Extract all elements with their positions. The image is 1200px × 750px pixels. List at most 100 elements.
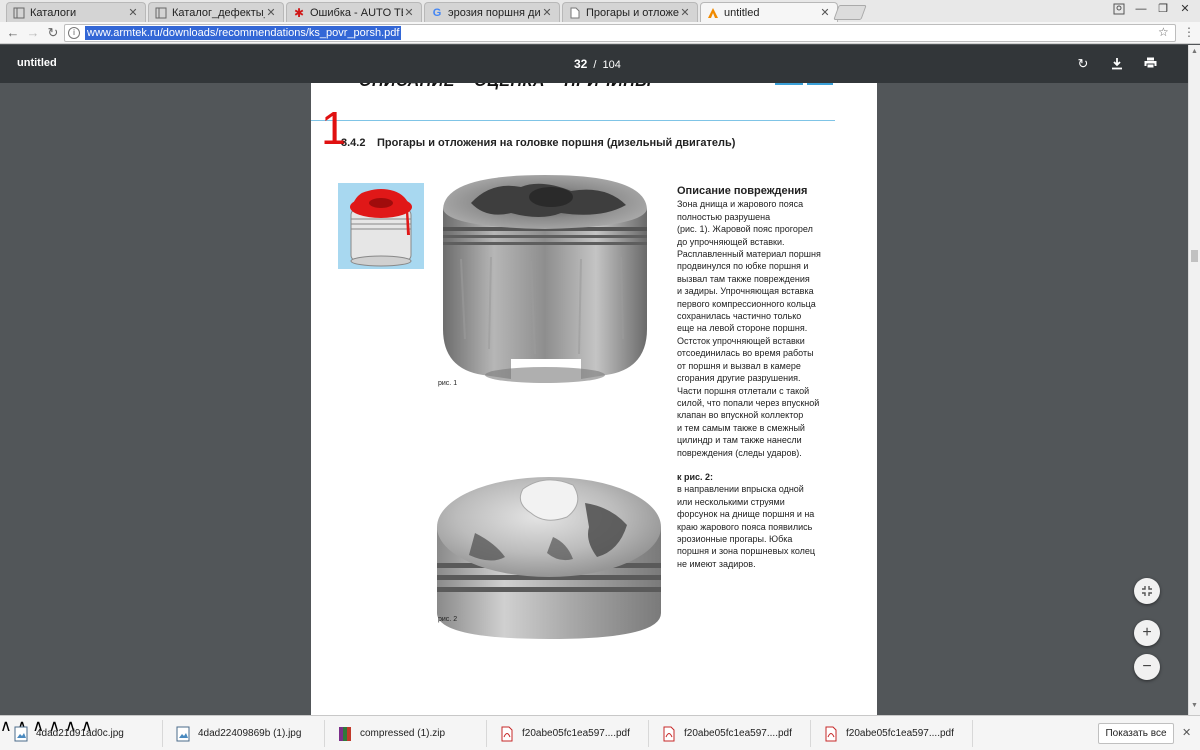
close-icon[interactable]: ✕ bbox=[541, 6, 553, 19]
fit-page-button[interactable] bbox=[1134, 578, 1160, 604]
fig2-line: не имеют задиров. bbox=[677, 558, 756, 569]
description-line: Расплавленный материал поршня bbox=[677, 249, 821, 260]
info-icon[interactable]: i bbox=[68, 27, 80, 39]
menu-icon[interactable]: ⋮ bbox=[1183, 25, 1195, 39]
divider bbox=[486, 720, 487, 747]
restore-icon[interactable]: ❐ bbox=[1152, 0, 1174, 18]
show-all-button[interactable]: Показать все bbox=[1098, 723, 1174, 744]
description-line: силой, что попали через впускной bbox=[677, 397, 820, 408]
pdf-viewer[interactable]: ОПИСАНИЕ – ОЦЕНКА – ПРИЧИНЫ 1 3.4.2 Прог… bbox=[0, 83, 1188, 715]
tab-katalog-defekty[interactable]: Каталог_дефекты_в_печ ✕ bbox=[148, 2, 284, 22]
user-icon[interactable] bbox=[1108, 0, 1130, 18]
bookmark-star-icon[interactable]: ☆ bbox=[1158, 25, 1169, 39]
zoom-in-button[interactable]: + bbox=[1134, 620, 1160, 646]
download-item[interactable]: 4dad22409869b (1).jpg bbox=[176, 716, 301, 750]
download-item[interactable]: 4dad21d91ad0c.jpg bbox=[14, 716, 124, 750]
figure-1-label: рис. 1 bbox=[438, 380, 458, 387]
image-file-icon bbox=[176, 726, 190, 742]
description-line: Зона днища и жарового пояса bbox=[677, 199, 804, 210]
description-line: от поршня и вызвал в камере bbox=[677, 360, 801, 371]
close-icon[interactable]: ✕ bbox=[403, 6, 415, 19]
chevron-up-icon[interactable]: ∧ bbox=[0, 718, 12, 735]
fig2-line: в направлении впрыска одной bbox=[677, 484, 804, 495]
section-title: Прогары и отложения на головке поршня (д… bbox=[377, 137, 736, 149]
description-heading: Описание повреждения bbox=[677, 185, 808, 197]
close-icon[interactable]: ✕ bbox=[1182, 726, 1191, 739]
divider bbox=[162, 720, 163, 747]
description-line: сгорания другие разрушения. bbox=[677, 373, 801, 384]
description-line: сохранилась частично только bbox=[677, 311, 802, 322]
tab-untitled[interactable]: untitled ✕ bbox=[700, 2, 838, 22]
minimize-icon[interactable]: — bbox=[1130, 0, 1152, 18]
tab-oshibka[interactable]: ✱ Ошибка - AUTO TECHNI ✕ bbox=[286, 2, 422, 22]
description-line: первого компрессионного кольца bbox=[677, 298, 816, 309]
address-url[interactable]: www.armtek.ru/downloads/recommendations/… bbox=[85, 26, 402, 40]
fig2-heading: к рис. 2: bbox=[677, 471, 714, 482]
image-file-icon bbox=[14, 726, 28, 742]
heading-tag bbox=[807, 83, 833, 85]
scrollbar-thumb[interactable] bbox=[1191, 250, 1198, 262]
window-close-icon[interactable]: ✕ bbox=[1174, 0, 1196, 18]
document-icon bbox=[569, 7, 581, 19]
download-item[interactable]: f20abe05fc1ea597....pdf bbox=[500, 716, 630, 750]
divider bbox=[972, 720, 973, 747]
scroll-up-icon[interactable]: ▲ bbox=[1191, 48, 1198, 55]
pdf-title: untitled bbox=[17, 57, 57, 69]
download-filename: f20abe05fc1ea597....pdf bbox=[684, 728, 792, 739]
download-filename: 4dad21d91ad0c.jpg bbox=[36, 728, 124, 739]
description-line: и задиры. Упрочняющая вставка bbox=[677, 286, 814, 297]
pdf-toolbar: untitled 32 / 104 ↻ bbox=[0, 45, 1200, 83]
current-page[interactable]: 32 bbox=[574, 57, 587, 71]
zoom-out-button[interactable]: − bbox=[1134, 654, 1160, 680]
close-icon[interactable]: ✕ bbox=[265, 6, 277, 19]
pdf-file-icon bbox=[662, 726, 676, 742]
description-line: Части поршня отлетали с такой bbox=[677, 385, 810, 396]
gear-red-icon: ✱ bbox=[293, 5, 305, 20]
print-icon[interactable] bbox=[1143, 57, 1157, 71]
description-line: и тем самым также в смежный bbox=[677, 422, 805, 433]
browser-toolbar: ← → ↻ i www.armtek.ru/downloads/recommen… bbox=[0, 22, 1200, 44]
divider bbox=[648, 720, 649, 747]
page-separator: / bbox=[593, 59, 597, 71]
fig2-line: эрозионные прогары. Юбка bbox=[677, 533, 793, 544]
scroll-down-icon[interactable]: ▼ bbox=[1191, 702, 1198, 709]
downloads-shelf: 4dad21d91ad0c.jpg ∧ 4dad22409869b (1).jp… bbox=[0, 715, 1200, 750]
description-line: продвинулся по юбке поршня и bbox=[677, 261, 809, 272]
description-line: еще на левой стороне поршня. bbox=[677, 323, 808, 334]
back-icon[interactable]: ← bbox=[4, 24, 22, 42]
forward-icon[interactable]: → bbox=[24, 24, 42, 42]
download-icon[interactable] bbox=[1110, 57, 1124, 71]
close-icon[interactable]: ✕ bbox=[127, 6, 139, 19]
description-line: полностью разрушена bbox=[677, 211, 771, 222]
tab-eroziya[interactable]: G эрозия поршня дизель ✕ bbox=[424, 2, 560, 22]
catalog-icon bbox=[155, 7, 167, 19]
description-line: (рис. 1). Жаровой пояс прогорел bbox=[677, 224, 813, 235]
fig2-line: или несколькими струями bbox=[677, 496, 785, 507]
page-scrollbar[interactable]: ▲ ▼ bbox=[1188, 45, 1200, 715]
download-filename: f20abe05fc1ea597....pdf bbox=[846, 728, 954, 739]
close-icon[interactable]: ✕ bbox=[819, 6, 831, 19]
reload-icon[interactable]: ↻ bbox=[44, 24, 62, 42]
new-tab-button[interactable] bbox=[833, 5, 867, 20]
tab-katalogi[interactable]: Каталоги ✕ bbox=[6, 2, 146, 22]
page-heading: ОПИСАНИЕ – ОЦЕНКА – ПРИЧИНЫ bbox=[359, 83, 652, 91]
pdf-file-icon bbox=[500, 726, 514, 742]
page-indicator: 32 / 104 bbox=[574, 57, 621, 71]
rotate-icon[interactable]: ↻ bbox=[1076, 57, 1090, 71]
download-item[interactable]: f20abe05fc1ea597....pdf bbox=[662, 716, 792, 750]
pdf-file-icon bbox=[824, 726, 838, 742]
download-filename: f20abe05fc1ea597....pdf bbox=[522, 728, 630, 739]
tab-progary[interactable]: Прогары и отложения в ✕ bbox=[562, 2, 698, 22]
address-bar[interactable]: i www.armtek.ru/downloads/recommendation… bbox=[64, 24, 1176, 42]
download-item[interactable]: compressed (1).zip bbox=[338, 716, 445, 750]
download-filename: 4dad22409869b (1).jpg bbox=[198, 728, 302, 739]
description-line: вызвал там также повреждения bbox=[677, 273, 810, 284]
fig2-line: форсунок на днище поршня и на bbox=[677, 509, 815, 520]
description-line: отсоединилась во время работы bbox=[677, 348, 814, 359]
catalog-icon bbox=[13, 7, 25, 19]
piston-photo-damaged bbox=[431, 169, 659, 397]
armtek-icon bbox=[707, 7, 719, 19]
heading-rule bbox=[311, 120, 835, 121]
download-item[interactable]: f20abe05fc1ea597....pdf bbox=[824, 716, 954, 750]
close-icon[interactable]: ✕ bbox=[679, 6, 691, 19]
